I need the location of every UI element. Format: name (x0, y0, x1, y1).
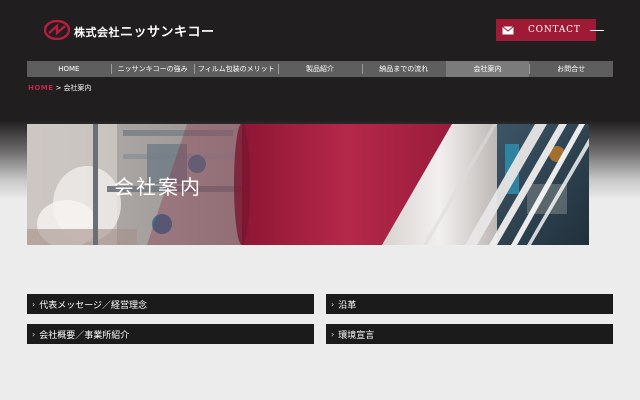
nissan-kiko-logo-icon (44, 20, 70, 40)
nav-item-label: HOME (58, 65, 80, 73)
contact-label: CONTACT (528, 25, 581, 35)
contact-area: CONTACT (496, 19, 604, 41)
nav-item-label: 会社案内 (473, 65, 502, 73)
nav-item-home[interactable]: HOME (27, 61, 111, 77)
nav-item-label: 製品紹介 (306, 65, 335, 73)
link-environment[interactable]: › 環境宣言 (326, 324, 613, 344)
hero-factory-image (27, 124, 589, 245)
site-logo[interactable]: 株式会社ニッサンキコー (44, 20, 215, 40)
nav-item-label: 納品までの流れ (379, 65, 429, 73)
nav-item-delivery-flow[interactable]: 納品までの流れ (361, 61, 446, 77)
logo-brand-name: ニッサンキコー (120, 24, 215, 40)
contact-decoration-line (590, 29, 604, 31)
chevron-right-icon: › (32, 299, 36, 309)
logo-text: 株式会社ニッサンキコー (74, 21, 215, 40)
global-nav: HOME ニッサンキコーの強み フィルム包装のメリット 製品紹介 納品までの流れ… (27, 61, 613, 77)
contact-button[interactable]: CONTACT (496, 19, 596, 41)
link-company-overview[interactable]: › 会社概要／事業所紹介 (27, 324, 314, 344)
nav-item-products[interactable]: 製品紹介 (278, 61, 362, 77)
link-label: 環境宣言 (338, 330, 375, 341)
mail-icon (502, 25, 514, 34)
link-message-philosophy[interactable]: › 代表メッセージ／経営理念 (27, 294, 314, 314)
breadcrumb: HOME > 会社案内 (28, 83, 91, 93)
nav-item-inquiry[interactable]: お問合せ (529, 61, 613, 77)
chevron-right-icon: › (331, 329, 335, 339)
nav-item-film-merits[interactable]: フィルム包装のメリット (194, 61, 278, 77)
link-label: 代表メッセージ／経営理念 (39, 300, 148, 311)
link-label: 沿革 (338, 300, 357, 311)
chevron-right-icon: › (32, 329, 36, 339)
nav-item-label: お問合せ (557, 65, 586, 73)
nav-item-company[interactable]: 会社案内 (445, 61, 530, 77)
logo-company-prefix: 株式会社 (74, 25, 120, 39)
breadcrumb-current: 会社案内 (63, 84, 92, 92)
site-header: 株式会社ニッサンキコー CONTACT (0, 0, 640, 60)
nav-item-label: ニッサンキコーの強み (117, 65, 188, 73)
hero-banner: 会社案内 (27, 124, 589, 245)
link-label: 会社概要／事業所紹介 (39, 330, 130, 341)
link-history[interactable]: › 沿革 (326, 294, 613, 314)
chevron-right-icon: › (331, 299, 335, 309)
breadcrumb-separator: > (55, 84, 62, 92)
breadcrumb-home-link[interactable]: HOME (28, 84, 54, 92)
nav-item-strengths[interactable]: ニッサンキコーの強み (110, 61, 195, 77)
page-title: 会社案内 (114, 175, 202, 199)
nav-item-label: フィルム包装のメリット (197, 65, 275, 73)
